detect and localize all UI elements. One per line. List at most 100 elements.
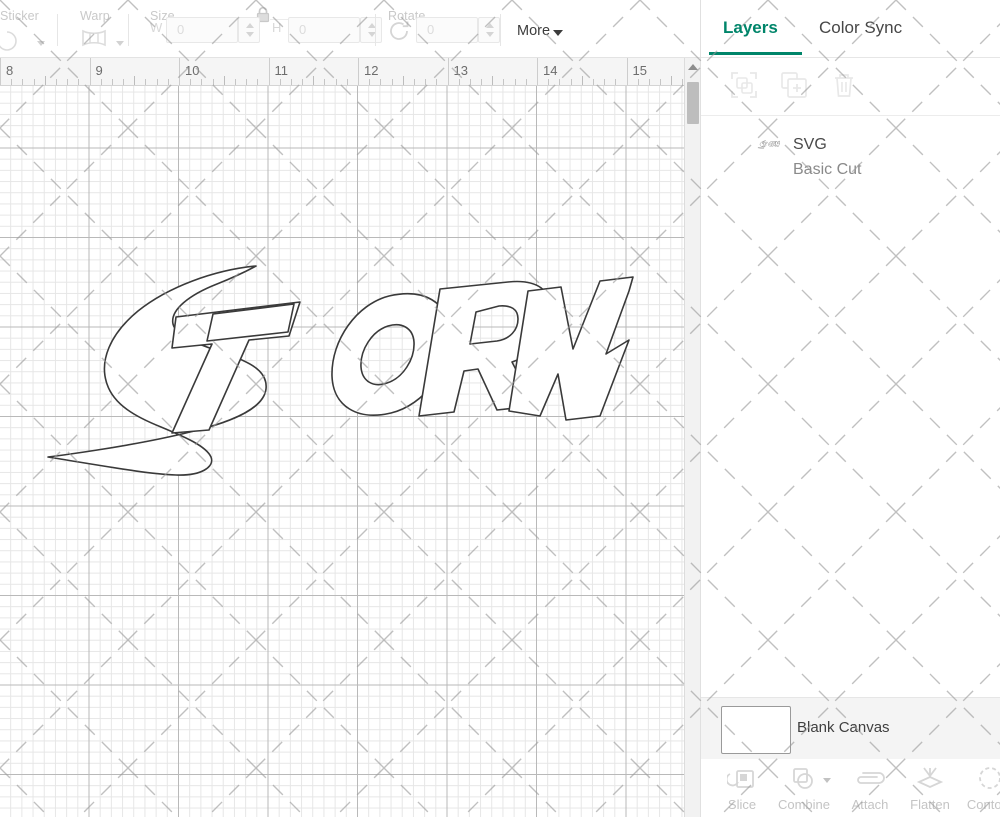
ruler-minor-tick: [11, 79, 12, 85]
ruler-tick-label: 15: [633, 63, 647, 78]
ruler-half-tick: [582, 76, 583, 85]
slice-button[interactable]: Slice: [711, 765, 773, 812]
blank-canvas-row[interactable]: Blank Canvas: [701, 697, 1000, 759]
attach-icon: [839, 765, 901, 795]
ruler-major-tick: [90, 58, 91, 86]
ruler-minor-tick: [257, 79, 258, 85]
layer-item-svg[interactable]: SVG Basic Cut: [701, 118, 1000, 192]
ruler-minor-tick: [459, 79, 460, 85]
ruler-minor-tick: [593, 79, 594, 85]
storm-logo-artwork[interactable]: [0, 86, 684, 817]
ruler-minor-tick: [246, 79, 247, 85]
height-input[interactable]: 0: [288, 17, 360, 43]
ruler-minor-tick: [336, 79, 337, 85]
ruler-major-tick: [269, 58, 270, 86]
combine-label: Combine: [773, 797, 835, 812]
ruler-minor-tick: [280, 79, 281, 85]
height-stepper[interactable]: [360, 17, 382, 43]
warp-chevron-down-icon[interactable]: [116, 41, 124, 46]
ruler-half-tick: [224, 76, 225, 85]
layer-operations-toolbar: Slice Combine Attach: [701, 759, 1000, 817]
ruler-minor-tick: [190, 79, 191, 85]
layer-thumbnail-storm: [749, 140, 789, 166]
ruler-minor-tick: [78, 79, 79, 85]
ruler-minor-tick: [436, 79, 437, 85]
sticker-label: Sticker: [0, 9, 39, 23]
ruler-minor-tick: [571, 79, 572, 85]
more-chevron-down-icon[interactable]: [553, 30, 563, 36]
ruler-half-tick: [671, 76, 672, 85]
ruler-minor-tick: [235, 79, 236, 85]
ruler-minor-tick: [526, 79, 527, 85]
ruler-minor-tick: [548, 79, 549, 85]
ruler-half-tick: [313, 76, 314, 85]
duplicate-icon[interactable]: [779, 70, 809, 105]
ruler-minor-tick: [56, 79, 57, 85]
ruler-minor-tick: [369, 79, 370, 85]
slice-icon: [711, 765, 773, 795]
group-icon[interactable]: [729, 70, 759, 105]
toolbar-group-sticker[interactable]: Sticker: [0, 0, 78, 58]
height-letter: H: [272, 20, 281, 35]
more-button[interactable]: More: [517, 23, 550, 39]
ruler-major-tick: [179, 58, 180, 86]
ruler-minor-tick: [123, 79, 124, 85]
ruler-minor-tick: [213, 79, 214, 85]
sticker-icon[interactable]: [0, 30, 22, 57]
rotate-stepper[interactable]: [478, 17, 500, 43]
toolbar-group-warp[interactable]: Warp: [75, 0, 145, 58]
ruler-major-tick: [0, 58, 1, 86]
panel-tabs: Layers Color Sync: [701, 0, 1000, 58]
blank-canvas-label: Blank Canvas: [797, 719, 890, 736]
combine-chevron-down-icon[interactable]: [823, 778, 831, 783]
canvas-vertical-scrollbar[interactable]: [684, 58, 700, 817]
layer-title: SVG: [793, 136, 827, 154]
combine-button[interactable]: Combine: [773, 765, 835, 812]
ruler-minor-tick: [380, 79, 381, 85]
ruler-major-tick: [358, 58, 359, 86]
ruler-minor-tick: [615, 79, 616, 85]
ruler-minor-tick: [660, 79, 661, 85]
ruler-minor-tick: [112, 79, 113, 85]
width-stepper[interactable]: [238, 17, 260, 43]
right-panel: Layers Color Sync: [700, 0, 1000, 817]
width-letter: W: [150, 20, 162, 35]
delete-icon[interactable]: [829, 70, 859, 105]
contour-button[interactable]: Contour: [959, 765, 1000, 812]
warp-icon[interactable]: [80, 28, 108, 53]
tab-color-sync[interactable]: Color Sync: [819, 18, 902, 38]
toolbar-divider-2: [128, 14, 129, 46]
ruler-minor-tick: [101, 79, 102, 85]
ruler-minor-tick: [168, 79, 169, 85]
ruler-minor-tick: [604, 79, 605, 85]
tab-layers[interactable]: Layers: [723, 18, 778, 38]
ruler-minor-tick: [291, 79, 292, 85]
ruler-minor-tick: [481, 79, 482, 85]
flatten-button[interactable]: Flatten: [899, 765, 961, 812]
rotate-icon[interactable]: [388, 20, 412, 47]
width-input[interactable]: 0: [166, 17, 238, 43]
sticker-chevron-down-icon[interactable]: [37, 41, 45, 46]
blank-canvas-thumbnail: [721, 706, 791, 754]
ruler-minor-tick: [392, 79, 393, 85]
attach-button[interactable]: Attach: [839, 765, 901, 812]
tab-active-indicator: [709, 52, 802, 55]
ruler-minor-tick: [34, 79, 35, 85]
top-toolbar: Sticker Warp Size: [0, 0, 700, 58]
ruler-tick-label: 13: [454, 63, 468, 78]
design-canvas[interactable]: [0, 86, 684, 817]
toolbar-divider-3: [375, 14, 376, 46]
scrollbar-thumb[interactable]: [687, 82, 699, 124]
ruler-major-tick: [627, 58, 628, 86]
slice-label: Slice: [711, 797, 773, 812]
layer-action-bar: [701, 58, 1000, 116]
ruler-minor-tick: [22, 79, 23, 85]
ruler-minor-tick: [201, 79, 202, 85]
scroll-up-triangle-up-icon[interactable]: [688, 64, 698, 70]
ruler-minor-tick: [503, 79, 504, 85]
ruler-major-tick: [537, 58, 538, 86]
ruler-half-tick: [45, 76, 46, 85]
ruler-minor-tick: [414, 79, 415, 85]
ruler-minor-tick: [324, 79, 325, 85]
rotate-input[interactable]: 0: [416, 17, 478, 43]
